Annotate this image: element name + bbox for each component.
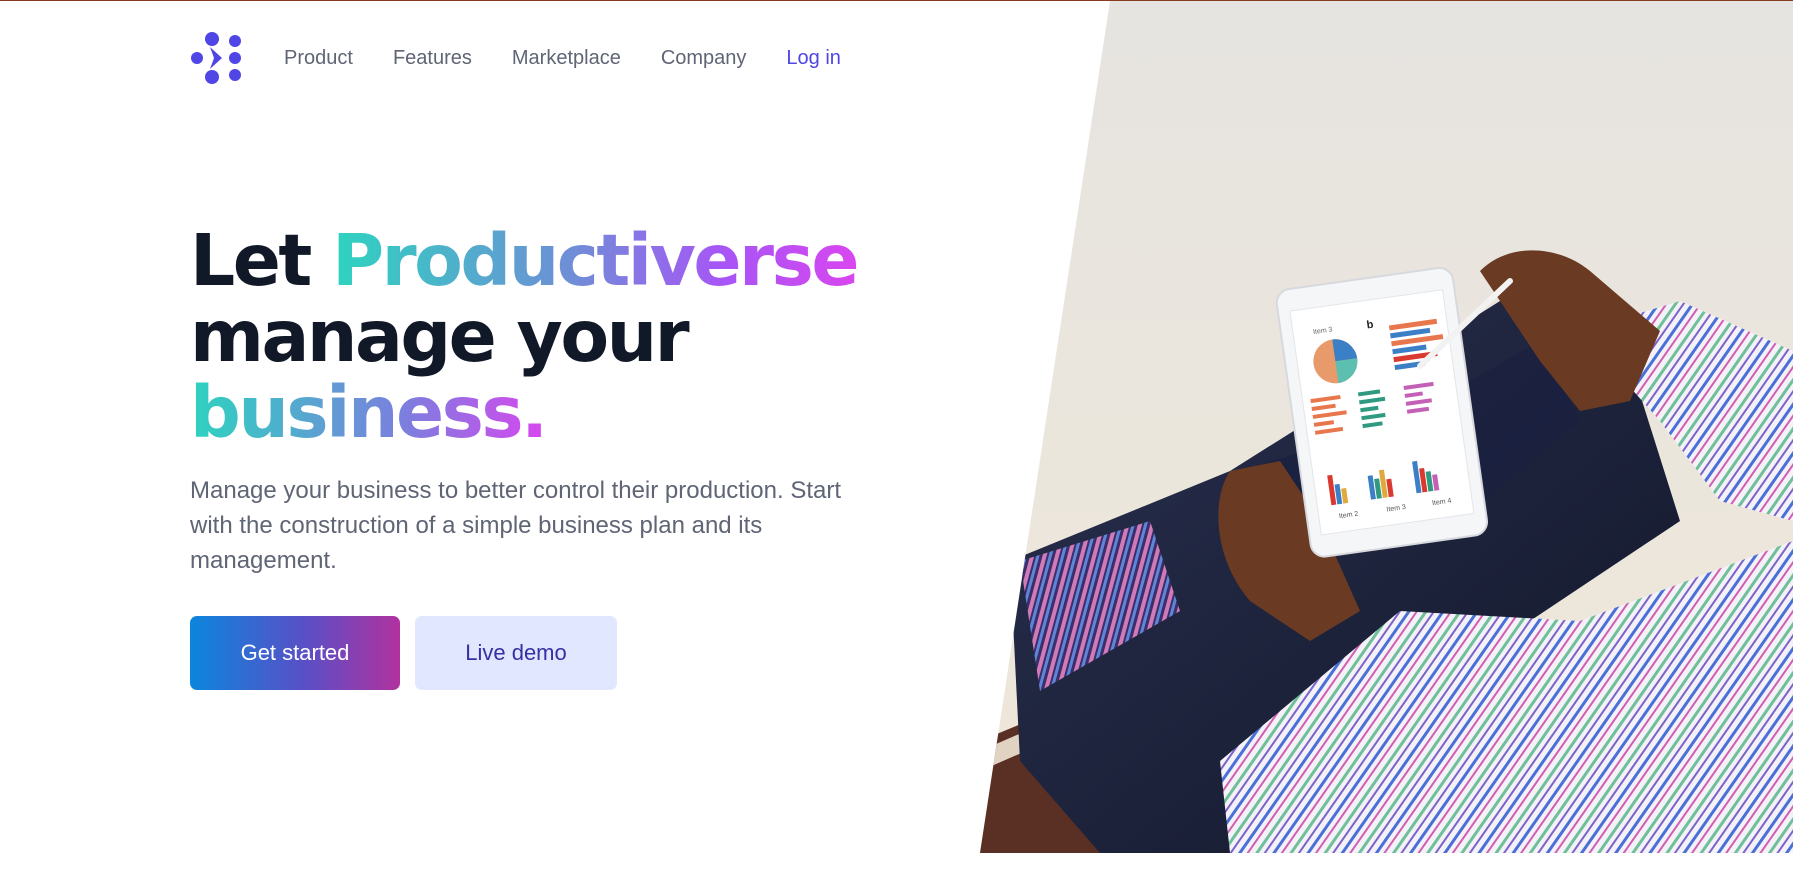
headline-brand: Productiverse (332, 219, 859, 302)
nav-link-product[interactable]: Product (284, 47, 353, 70)
nav-links: Product Features Marketplace Company Log… (284, 47, 881, 70)
landing-page: Product Features Marketplace Company Log… (0, 0, 1793, 878)
hero-section: Let Productiverse manage your business. Ma… (190, 223, 910, 690)
hero-description: Manage your business to better control t… (190, 477, 842, 574)
nav-link-features[interactable]: Features (393, 47, 472, 70)
hero-headline: Let Productiverse manage your business. (190, 223, 910, 451)
login-link[interactable]: Log in (786, 47, 841, 70)
get-started-button[interactable]: Get started (190, 616, 400, 690)
nav-link-company[interactable]: Company (661, 47, 747, 70)
headline-part1: Let (190, 219, 333, 302)
hero-illustration: Item 3 b Item 2 Item 3 Item 4 (980, 1, 1793, 853)
tablet: Item 3 b Item 2 Item 3 Item 4 (1275, 267, 1489, 558)
headline-part3: business. (190, 371, 548, 454)
hero-actions: Get started Live demo (190, 616, 910, 690)
headline-part2: manage your (190, 295, 690, 378)
top-nav: Product Features Marketplace Company Log… (190, 31, 881, 85)
logo-icon[interactable] (190, 31, 244, 85)
nav-link-marketplace[interactable]: Marketplace (512, 47, 621, 70)
hero-image: Item 3 b Item 2 Item 3 Item 4 (980, 1, 1793, 853)
live-demo-button[interactable]: Live demo (415, 616, 617, 690)
